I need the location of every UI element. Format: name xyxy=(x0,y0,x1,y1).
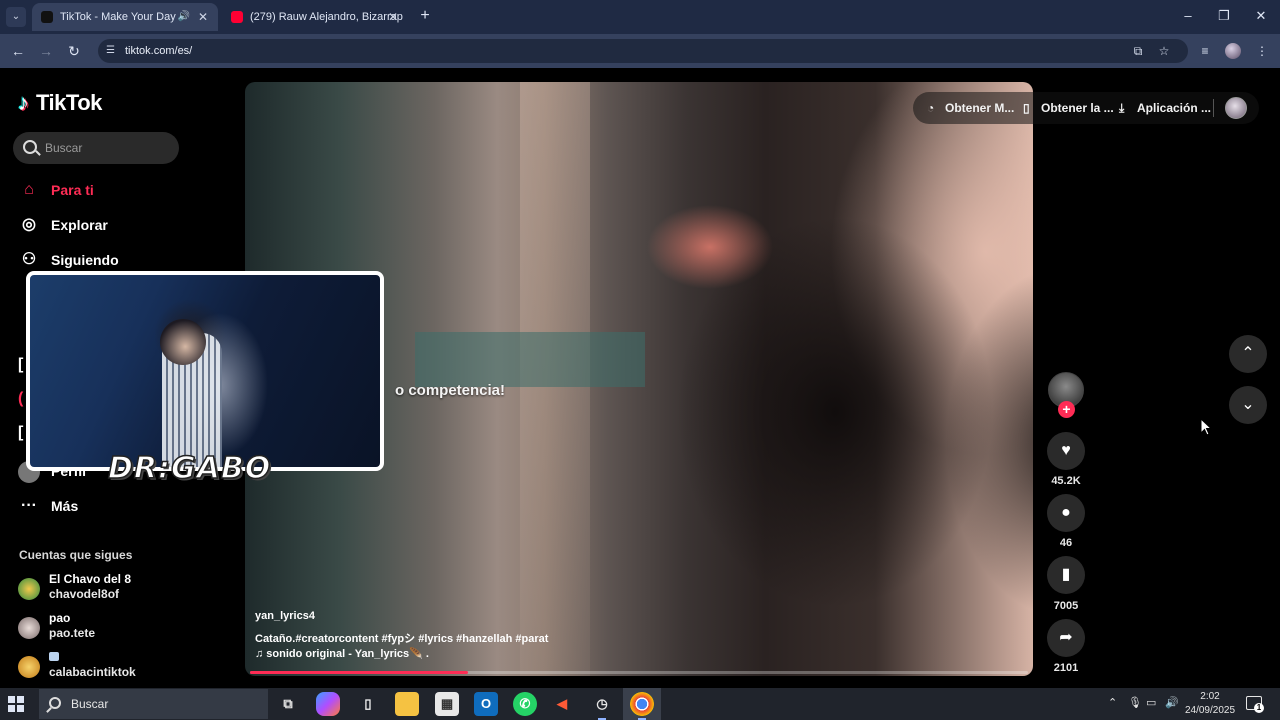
home-icon: ⌂ xyxy=(24,181,34,198)
streamer-head xyxy=(160,319,206,365)
comment-count: 46 xyxy=(1059,537,1073,549)
heart-icon: ♥ xyxy=(1061,442,1071,459)
search-icon xyxy=(49,697,61,709)
chevron-up-icon: ⌃ xyxy=(1241,345,1255,362)
like-count: 45.2K xyxy=(1051,475,1081,487)
avatar xyxy=(18,617,40,639)
menu-kebab-icon[interactable]: ⋮ xyxy=(1252,41,1272,61)
user-avatar[interactable] xyxy=(1225,97,1247,119)
comment-button[interactable]: ● xyxy=(1047,494,1085,532)
media-control-icon[interactable]: ≡ xyxy=(1195,41,1215,61)
bookmark-star-icon[interactable]: ☆ xyxy=(1154,41,1174,61)
download-icon: ⤓ xyxy=(1119,101,1125,115)
close-tab-icon[interactable]: ✕ xyxy=(198,3,208,31)
task-view-icon[interactable]: ⧉ xyxy=(276,692,300,716)
back-button[interactable]: ← xyxy=(8,41,28,61)
youtube-favicon-icon xyxy=(231,11,243,23)
search-box[interactable] xyxy=(13,132,179,164)
avatar xyxy=(18,578,40,600)
network-icon[interactable]: ▭ xyxy=(1146,696,1156,709)
taskbar-search[interactable]: Buscar xyxy=(39,689,268,719)
get-coins-button[interactable]: ◔ Obtener M... xyxy=(927,92,1014,124)
chrome-icon[interactable] xyxy=(630,692,654,720)
forward-button[interactable]: → xyxy=(36,41,56,61)
video-progress-bar[interactable] xyxy=(250,671,1028,674)
search-icon xyxy=(23,140,37,154)
share-icon: ➦ xyxy=(1059,629,1073,646)
save-count: 7005 xyxy=(1053,600,1079,612)
file-icon[interactable]: ▯ xyxy=(356,692,380,716)
next-video-button[interactable]: ⌄ xyxy=(1229,386,1267,424)
phone-icon: ▯ xyxy=(1023,101,1030,115)
address-bar[interactable]: ☰ tiktok.com/es/ ⧉ ☆ xyxy=(98,39,1188,63)
speaker-icon[interactable]: 🔊 xyxy=(178,3,190,31)
tiktok-favicon-icon xyxy=(41,11,53,23)
desktop-app-button[interactable]: ⤓ Aplicación ... xyxy=(1119,92,1211,124)
restore-button[interactable]: ❐ xyxy=(1212,6,1236,26)
video-description: Cataño.#creatorcontent #fypシ #lyrics #ha… xyxy=(255,633,549,645)
tray-chevron-icon[interactable]: ⌃ xyxy=(1108,696,1117,709)
tab-youtube[interactable]: (279) Rauw Alejandro, Bizarrap ✕ xyxy=(222,3,408,31)
more-icon: ··· xyxy=(21,497,37,514)
tiktok-logo[interactable]: ♪ TikTok xyxy=(18,90,102,116)
minimize-button[interactable]: – xyxy=(1176,6,1200,26)
file-explorer-icon[interactable] xyxy=(395,692,419,716)
site-info-icon[interactable]: ☰ xyxy=(106,44,120,58)
close-window-button[interactable]: ✕ xyxy=(1249,6,1273,26)
previous-video-button[interactable]: ⌃ xyxy=(1229,335,1267,373)
tiktok-note-icon: ♪ xyxy=(18,90,29,115)
chevron-down-icon: ⌄ xyxy=(1241,396,1255,413)
webcam-overlay xyxy=(26,271,384,471)
media-app-icon[interactable]: ◀ xyxy=(550,692,574,716)
avatar xyxy=(18,656,40,678)
copilot-icon[interactable] xyxy=(316,692,340,716)
following-icon: ⚇ xyxy=(21,251,37,268)
windows-taskbar: Buscar ⧉ ▯ ▦ O ✆ ◀ ◷ ⌃ 🎙 ▭ 🔊 2:02 24/09/… xyxy=(0,688,1280,720)
recorder-app-icon[interactable]: ◷ xyxy=(590,692,614,720)
divider xyxy=(1213,99,1214,117)
windows-start-icon[interactable] xyxy=(8,696,24,712)
notification-badge: 1 xyxy=(1254,703,1264,713)
search-input[interactable] xyxy=(45,132,175,164)
mouse-cursor-icon xyxy=(1200,418,1212,436)
system-clock[interactable]: 2:02 24/09/2025 xyxy=(1184,690,1236,718)
top-actions-bar: ◔ Obtener M... ▯ Obtener la ... ⤓ Aplicació… xyxy=(913,92,1259,124)
coin-icon: ◔ xyxy=(927,101,935,115)
install-app-icon[interactable]: ⧉ xyxy=(1128,41,1148,61)
streamer-watermark: DR:GABO xyxy=(107,450,272,487)
bookmark-icon: ▮ xyxy=(1061,566,1071,583)
following-header: Cuentas que sigues xyxy=(19,548,133,562)
store-icon[interactable]: ▦ xyxy=(435,692,459,716)
share-count: 2101 xyxy=(1053,662,1079,674)
browser-tab-bar: ⌄ TikTok - Make Your Day 🔊 ✕ (279) Rauw … xyxy=(0,0,1280,34)
comment-icon: ● xyxy=(1061,504,1071,521)
video-author[interactable]: yan_lyrics4 xyxy=(255,610,315,622)
video-progress-fill xyxy=(250,671,468,674)
tab-tiktok[interactable]: TikTok - Make Your Day 🔊 ✕ xyxy=(32,3,218,31)
new-tab-button[interactable]: + xyxy=(416,6,434,26)
account-badge-icon xyxy=(49,652,59,661)
browser-toolbar: ← → ↻ ☰ tiktok.com/es/ ⧉ ☆ ≡ ⋮ xyxy=(0,34,1280,68)
whatsapp-icon[interactable]: ✆ xyxy=(513,692,537,716)
follow-plus-icon[interactable]: + xyxy=(1058,401,1075,418)
volume-icon[interactable]: 🔊 xyxy=(1165,696,1179,709)
profile-avatar[interactable] xyxy=(1225,43,1241,59)
close-tab-icon[interactable]: ✕ xyxy=(388,3,398,31)
microphone-icon[interactable]: 🎙 xyxy=(1128,696,1142,709)
video-sound[interactable]: ♫ sonido original - Yan_lyrics🪶 . xyxy=(255,647,429,660)
video-teal-band xyxy=(415,332,645,387)
compass-icon: ◎ xyxy=(22,216,36,233)
tab-search-button[interactable]: ⌄ xyxy=(6,7,26,27)
get-app-button[interactable]: ▯ Obtener la ... xyxy=(1023,92,1114,124)
video-overlay-text: o competencia! xyxy=(395,382,506,399)
save-button[interactable]: ▮ xyxy=(1047,556,1085,594)
outlook-icon[interactable]: O xyxy=(474,692,498,716)
like-button[interactable]: ♥ xyxy=(1047,432,1085,470)
reload-button[interactable]: ↻ xyxy=(64,41,84,61)
share-button[interactable]: ➦ xyxy=(1047,619,1085,657)
